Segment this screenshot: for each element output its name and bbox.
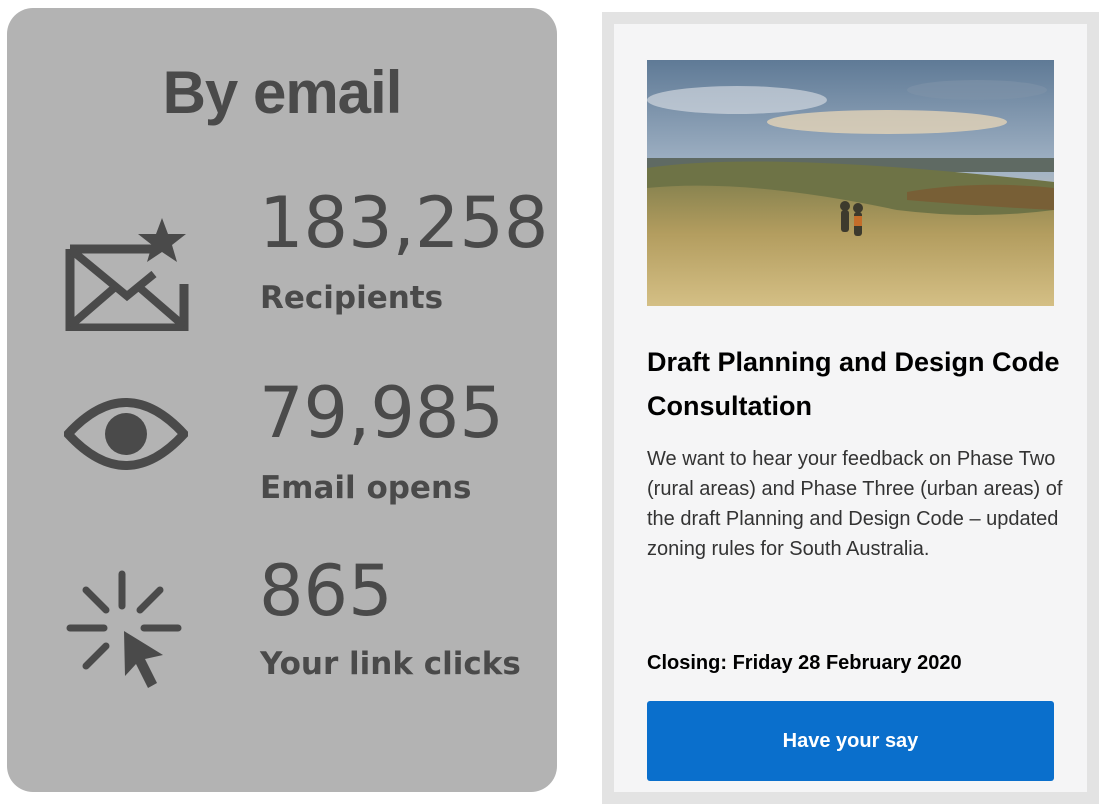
closing-label: Closing [647, 652, 721, 674]
eye-icon [64, 398, 188, 470]
closing-date: Closing: Friday 28 February 2020 [647, 652, 962, 674]
campaign-card-content: Draft Planning and Design Code Consultat… [614, 24, 1087, 792]
mail-star-icon [65, 218, 189, 331]
recipients-label: Recipients [260, 280, 444, 316]
opens-label: Email opens [260, 470, 472, 506]
campaign-card: Draft Planning and Design Code Consultat… [602, 12, 1099, 804]
campaign-description: We want to hear your feedback on Phase T… [647, 448, 1063, 560]
clicks-label: Your link clicks [260, 646, 521, 682]
stats-title: By email [162, 59, 403, 126]
landscape-photo [647, 60, 1054, 306]
closing-date-value: Friday 28 February 2020 [732, 652, 962, 674]
clicks-count: 865 [259, 550, 393, 632]
opens-count: 79,985 [259, 372, 504, 454]
campaign-title: Draft Planning and Design Code Consultat… [647, 347, 1060, 421]
recipients-count: 183,258 [259, 182, 549, 264]
click-cursor-icon [66, 570, 182, 688]
have-your-say-button[interactable]: Have your say [647, 701, 1054, 781]
email-stats-card: By email 183,258 Recipients 79,985 Email… [7, 8, 557, 792]
